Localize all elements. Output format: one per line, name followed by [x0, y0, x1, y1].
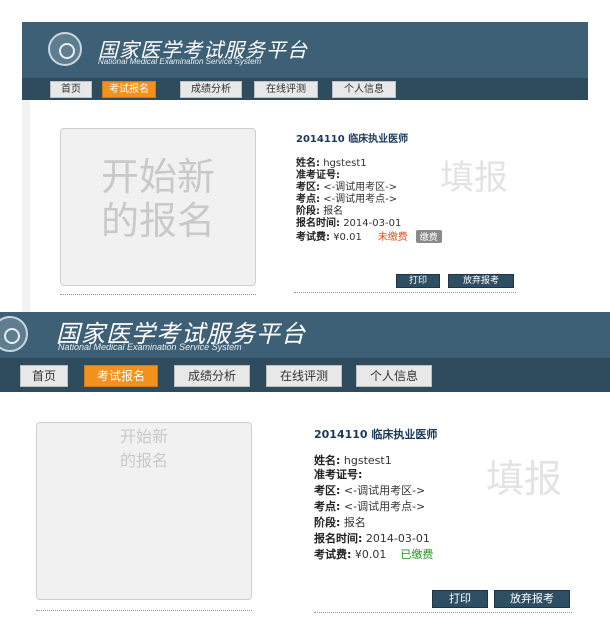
fee-status-paid: 已缴费 — [400, 548, 434, 561]
tab-home[interactable]: 首页 — [20, 365, 68, 387]
fill-watermark: 填报 — [440, 158, 508, 198]
time-label: 报名时间: — [314, 532, 363, 545]
exam-title: 2014110 临床执业医师 — [296, 134, 409, 145]
stage-label: 阶段: — [314, 516, 341, 529]
pay-button[interactable]: 缴费 — [415, 230, 442, 243]
fee-value: ¥0.01 — [333, 232, 362, 243]
site-header: 国家医学考试服务平台 National Medical Examination … — [22, 22, 588, 78]
area-label: 考区: — [314, 484, 341, 497]
tab-exam-registration[interactable]: 考试报名 — [84, 365, 158, 387]
fill-watermark: 填报 — [486, 457, 563, 501]
start-new-registration-button[interactable]: 开始新 的报名 — [36, 422, 252, 600]
site-subtitle: National Medical Examination Service Sys… — [58, 342, 242, 352]
site-value: <-调试用考点-> — [343, 500, 426, 513]
divider — [294, 292, 516, 293]
tab-personal-info[interactable]: 个人信息 — [332, 81, 396, 98]
tab-score-analysis[interactable]: 成绩分析 — [180, 81, 242, 98]
main-nav: 首页 考试报名 成绩分析 在线评测 个人信息 — [0, 358, 610, 392]
site-subtitle: National Medical Examination Service Sys… — [98, 57, 262, 66]
start-label-line1: 开始新 — [100, 155, 215, 199]
start-new-registration-button[interactable]: 开始新 的报名 — [60, 128, 256, 286]
exam-title: 2014110 临床执业医师 — [314, 428, 438, 441]
start-label-line2: 的报名 — [100, 199, 215, 243]
tab-online-assessment[interactable]: 在线评测 — [266, 365, 342, 387]
fee-label: 考试费: — [314, 548, 352, 561]
top-cropped-strip — [0, 0, 610, 22]
tab-score-analysis[interactable]: 成绩分析 — [174, 365, 250, 387]
abandon-button[interactable]: 放弃报考 — [494, 590, 570, 608]
divider — [36, 610, 252, 611]
divider — [60, 294, 256, 295]
emblem-icon — [48, 32, 82, 66]
abandon-button[interactable]: 放弃报考 — [448, 274, 514, 288]
start-label-line1: 开始新 — [119, 427, 168, 446]
divider — [314, 612, 572, 613]
print-button[interactable]: 打印 — [396, 274, 440, 288]
emblem-icon — [0, 316, 28, 352]
print-button[interactable]: 打印 — [432, 590, 488, 608]
site-label: 考点: — [314, 500, 341, 513]
start-label-line2: 的报名 — [119, 451, 168, 470]
tab-online-assessment[interactable]: 在线评测 — [254, 81, 318, 98]
ticket-label: 准考证号: — [314, 468, 363, 481]
tab-home[interactable]: 首页 — [50, 81, 92, 98]
main-nav: 首页 考试报名 成绩分析 在线评测 个人信息 — [22, 78, 588, 100]
site-header: 国家医学考试服务平台 National Medical Examination … — [0, 312, 610, 358]
stage-value: 报名 — [343, 516, 366, 529]
fee-value: ¥0.01 — [354, 548, 387, 561]
fee-status-unpaid: 未缴费 — [377, 232, 408, 243]
fee-label: 考试费: — [296, 232, 330, 243]
time-value: 2014-03-01 — [365, 532, 430, 545]
tab-exam-registration[interactable]: 考试报名 — [102, 81, 156, 98]
area-value: <-调试用考区-> — [343, 484, 426, 497]
tab-personal-info[interactable]: 个人信息 — [356, 365, 432, 387]
